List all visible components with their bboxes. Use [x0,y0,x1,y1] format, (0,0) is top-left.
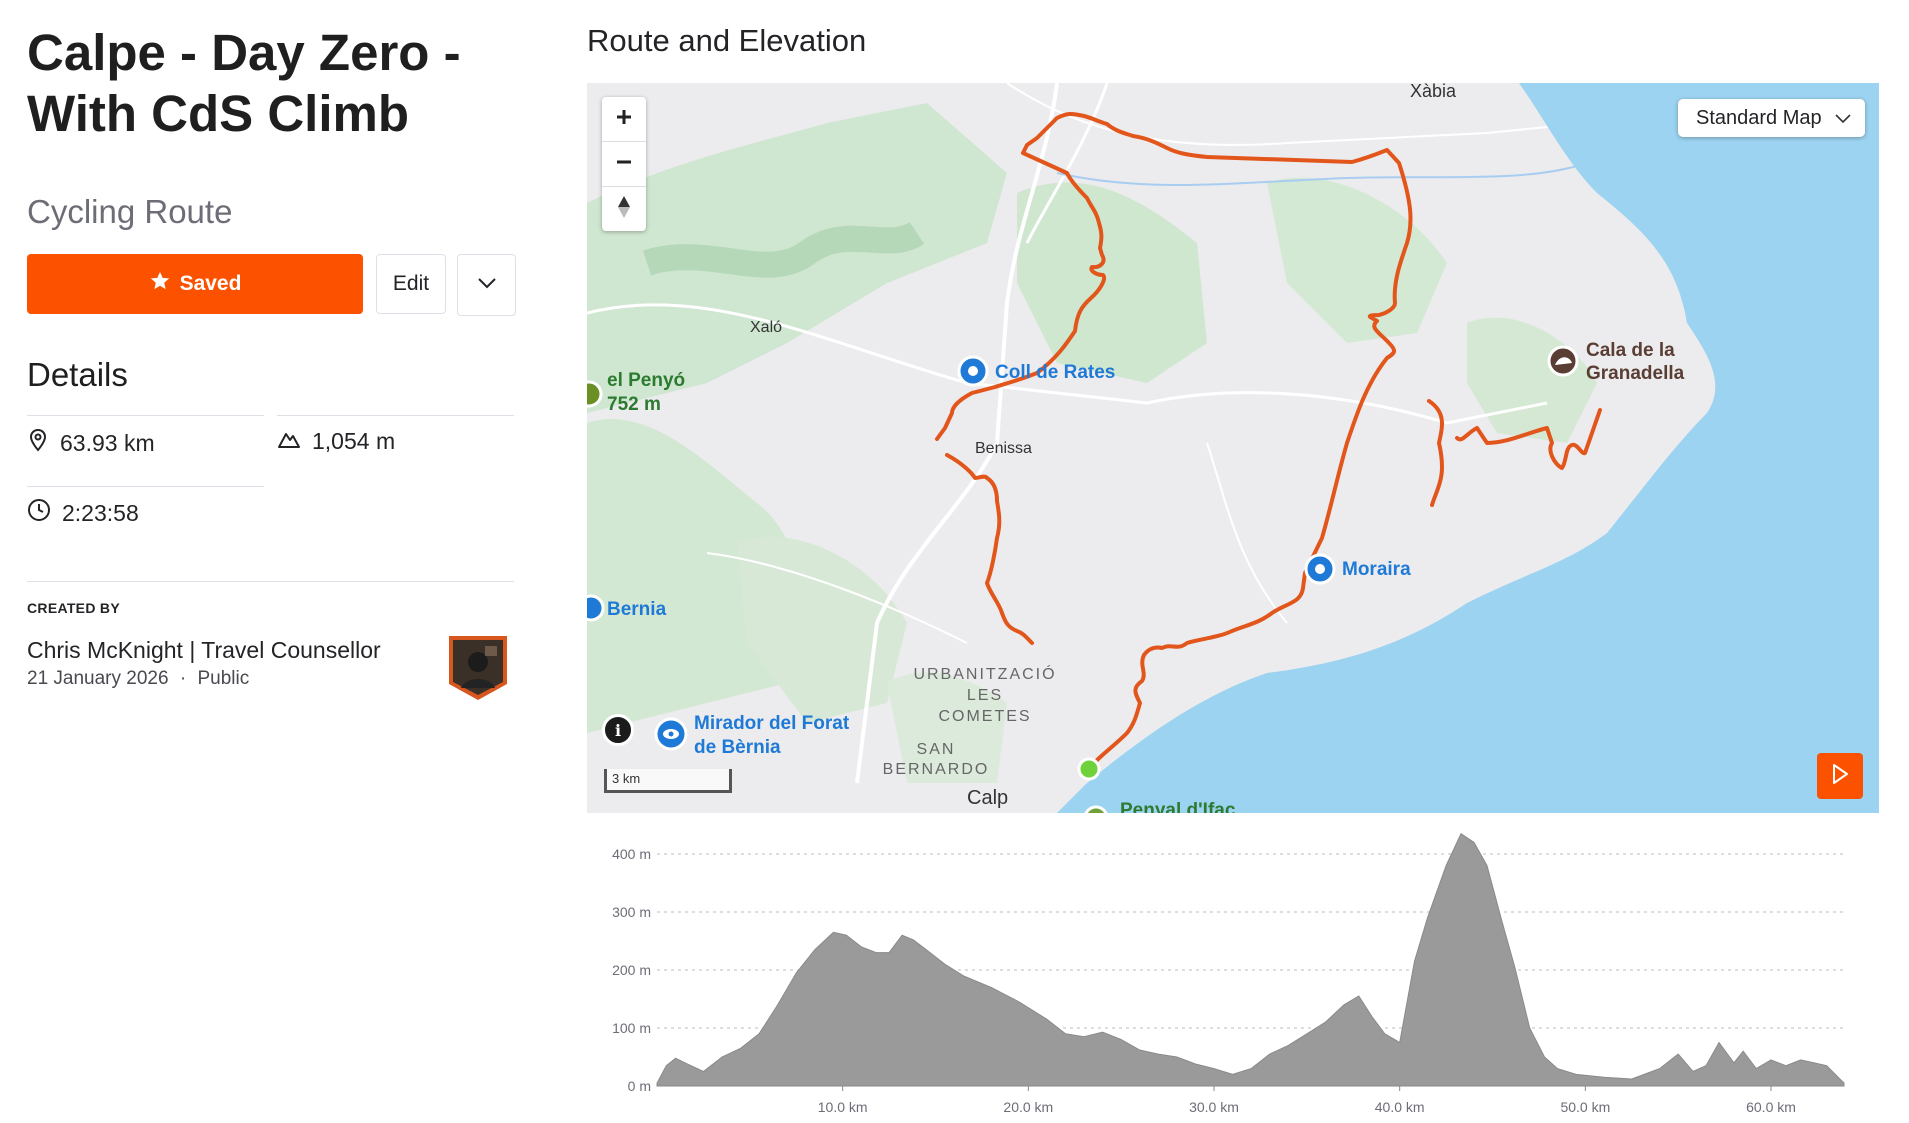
place-label: Granadella [1586,363,1685,384]
y-tick-label: 300 m [612,904,651,920]
peak-pin-icon[interactable] [587,380,603,408]
camera-pin-icon[interactable] [587,594,605,622]
x-tick-label: 20.0 km [1003,1099,1053,1115]
x-tick-label: 50.0 km [1560,1099,1610,1115]
star-icon [149,270,171,298]
meta-separator: · [179,668,187,689]
place-label: Xàbia [1410,83,1457,101]
details-heading: Details [27,356,128,393]
route-meta: 21 January 2026 · Public [27,668,249,690]
more-options-button[interactable] [457,254,516,316]
time-stat: 2:23:58 [27,498,139,528]
saved-label: Saved [179,272,242,295]
place-label: Xaló [750,319,782,336]
place-label: COMETES [938,708,1031,725]
x-tick-label: 30.0 km [1189,1099,1239,1115]
section-title: Route and Elevation [587,23,867,58]
distance-stat: 63.93 km [27,428,155,458]
x-tick-label: 60.0 km [1746,1099,1796,1115]
flyover-button[interactable] [1817,753,1863,799]
place-label: Moraira [1342,559,1411,580]
elevation-area [656,832,1845,1087]
place-label: Calp [967,787,1008,809]
camera-pin-icon[interactable] [1304,553,1336,585]
place-label: Coll de Rates [995,362,1115,383]
elevation-value: 1,054 m [312,428,396,454]
place-label: Mirador del Forat [694,713,850,734]
divider [27,415,264,416]
created-date: 21 January 2026 [27,668,169,689]
y-tick-label: 100 m [612,1020,651,1036]
map-canvas: Xàbia Xaló el Penyó 752 m Coll de Rates … [587,83,1879,813]
divider [27,486,264,487]
mountain-icon [277,428,301,455]
place-label: Bernia [607,599,667,620]
elevation-chart[interactable]: 0 m 100 m 200 m 300 m 400 m 10.0 km 20.0 km 30.… [587,828,1879,1123]
clock-icon [27,498,51,528]
created-by-label: CREATED BY [27,600,120,616]
place-label: BERNARDO [883,761,990,778]
place-label: Cala de la [1586,340,1675,361]
info-button[interactable]: i [602,714,634,746]
place-label: SAN [917,741,956,758]
saved-button[interactable]: Saved [27,254,363,314]
plus-icon [615,108,633,131]
divider [277,415,514,416]
y-tick-label: 400 m [612,846,651,862]
place-label: 752 m [607,394,661,415]
time-value: 2:23:58 [62,499,139,526]
route-type: Cycling Route [27,193,233,230]
eye-pin-icon[interactable] [654,717,688,751]
y-tick-label: 200 m [612,962,651,978]
place-label: URBANITZACIÓ [913,664,1056,683]
compass-icon [617,195,631,224]
y-tick-label: 0 m [628,1078,651,1094]
place-label: Benissa [975,440,1032,457]
route-title: Calpe - Day Zero - With CdS Climb [27,24,461,142]
chevron-down-icon [477,276,497,294]
edit-button[interactable]: Edit [376,254,446,314]
place-label: de Bèrnia [694,737,781,758]
map-type-select[interactable]: Standard Map [1678,99,1865,137]
zoom-controls [602,97,646,231]
x-tick-label: 40.0 km [1375,1099,1425,1115]
reset-north-button[interactable] [602,187,646,231]
info-icon: i [614,720,622,740]
beach-pin-icon[interactable] [1547,345,1579,377]
place-label: el Penyó [607,370,685,391]
location-pin-icon [27,428,49,458]
camera-pin-icon[interactable] [957,355,989,387]
divider [27,581,514,582]
avatar[interactable] [445,632,511,702]
elevation-stat: 1,054 m [277,428,395,455]
x-tick-label: 10.0 km [818,1099,868,1115]
minus-icon [615,153,633,176]
distance-value: 63.93 km [60,429,155,456]
route-map[interactable]: Xàbia Xaló el Penyó 752 m Coll de Rates … [587,83,1879,813]
visibility-label: Public [197,668,250,689]
zoom-in-button[interactable] [602,97,646,142]
map-type-label: Standard Map [1696,106,1822,129]
creator-name[interactable]: Chris McKnight | Travel Counsellor [27,637,381,664]
place-label: LES [967,687,1003,704]
place-label: Penyal d'Ifac [1120,800,1236,813]
play-icon [1830,763,1850,790]
chevron-down-icon [1835,107,1851,130]
zoom-out-button[interactable] [602,142,646,187]
scale-bar: 3 km [604,769,732,793]
